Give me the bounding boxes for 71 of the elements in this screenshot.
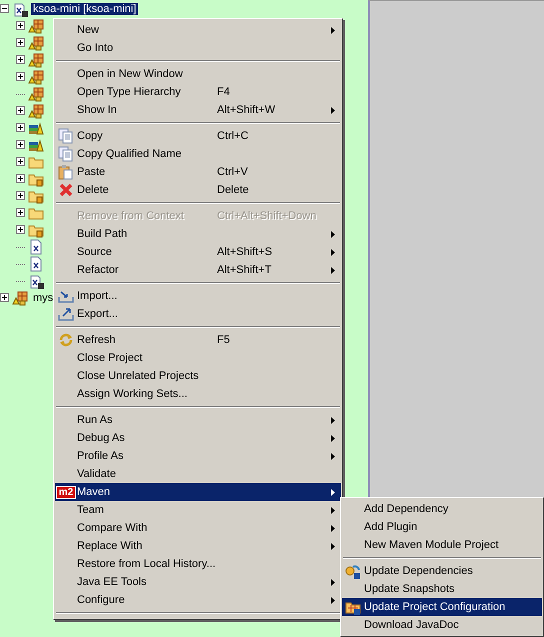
expand-toggle[interactable] xyxy=(16,21,25,30)
menu-item[interactable]: Import... xyxy=(55,287,341,305)
expand-toggle[interactable] xyxy=(16,123,25,132)
project-label[interactable]: ksoa-mini [ksoa-mini] xyxy=(31,2,138,14)
menu-item[interactable]: Close Unrelated Projects xyxy=(55,367,341,385)
package-icon xyxy=(28,102,44,118)
menu-item[interactable]: Add Dependency xyxy=(342,500,542,518)
pom-file-icon xyxy=(12,0,28,16)
menu-item[interactable]: Assign Working Sets... xyxy=(55,385,341,403)
expand-toggle[interactable] xyxy=(16,157,25,166)
expand-toggle[interactable] xyxy=(16,38,25,47)
menu-item[interactable]: New xyxy=(55,21,341,39)
menu-item[interactable]: Configure xyxy=(55,591,341,609)
menu-item[interactable]: Update Project Configuration xyxy=(342,598,542,616)
expand-toggle[interactable] xyxy=(16,72,25,81)
menu-item[interactable]: Restore from Local History... xyxy=(55,555,341,573)
menu-item[interactable]: Refactor Alt+Shift+T xyxy=(55,261,341,279)
menu-item[interactable]: Close Project xyxy=(55,349,341,367)
menu-item[interactable]: Replace With xyxy=(55,537,341,555)
menu-item[interactable]: Paste Ctrl+V xyxy=(55,163,341,181)
menu-item[interactable]: Show In Alt+Shift+W xyxy=(55,101,341,119)
package-icon xyxy=(28,52,44,68)
menu-item[interactable]: Team xyxy=(55,501,341,519)
expand-toggle[interactable] xyxy=(16,191,25,200)
pom-file-icon xyxy=(28,272,44,288)
menu-item[interactable]: Download JavaDoc xyxy=(342,616,542,634)
refresh-icon xyxy=(58,332,74,348)
export-icon xyxy=(58,306,74,322)
menu-item[interactable]: Java EE Tools xyxy=(55,573,341,591)
expand-toggle[interactable] xyxy=(0,293,9,302)
package-icon xyxy=(28,86,44,102)
menu-item[interactable]: Open in New Window xyxy=(55,65,341,83)
expand-toggle[interactable] xyxy=(16,106,25,115)
menu-item[interactable]: Delete Delete xyxy=(55,181,341,199)
project-label[interactable]: mys xyxy=(31,292,56,304)
menu-item[interactable]: Update Snapshots xyxy=(342,580,542,598)
package-icon xyxy=(28,18,44,34)
menu-item[interactable]: Source Alt+Shift+S xyxy=(55,243,341,261)
expand-toggle[interactable] xyxy=(16,208,25,217)
menu-item[interactable]: Compare With xyxy=(55,519,341,537)
menu-item[interactable]: Profile As xyxy=(55,447,341,465)
menu-item[interactable]: Build Path xyxy=(55,225,341,243)
expand-toggle[interactable] xyxy=(16,174,25,183)
update-icon xyxy=(345,563,361,579)
xml-file-icon xyxy=(28,238,44,254)
expand-toggle[interactable] xyxy=(16,140,25,149)
menu-item[interactable]: Update Dependencies xyxy=(342,562,542,580)
package-icon xyxy=(28,34,44,50)
menu-item[interactable]: m2 Maven xyxy=(55,483,341,501)
package-icon xyxy=(12,290,28,306)
collapse-toggle[interactable] xyxy=(0,4,9,13)
clipboard-icon xyxy=(58,164,74,180)
menu-item[interactable]: Refresh F5 xyxy=(55,331,341,349)
menu-item[interactable]: Debug As xyxy=(55,429,341,447)
menu-item[interactable]: Copy Qualified Name xyxy=(55,145,341,163)
xml-file-icon xyxy=(28,256,44,272)
copy-icon xyxy=(58,146,74,162)
expand-toggle[interactable] xyxy=(16,55,25,64)
menu-item[interactable]: Open Type Hierarchy F4 xyxy=(55,83,341,101)
menu-item[interactable]: Export... xyxy=(55,305,341,323)
maven-badge: m2 xyxy=(56,486,76,498)
expand-toggle[interactable] xyxy=(16,225,25,234)
menu-item[interactable]: Run As xyxy=(55,411,341,429)
menu-item[interactable]: Add Plugin xyxy=(342,518,542,536)
delete-icon xyxy=(58,182,74,198)
menu-item[interactable]: Go Into xyxy=(55,39,341,57)
menu-item[interactable]: Copy Ctrl+C xyxy=(55,127,341,145)
copy-icon xyxy=(58,128,74,144)
menu-item[interactable]: New Maven Module Project xyxy=(342,536,542,554)
package-icon xyxy=(28,68,44,84)
menu-item[interactable]: Validate xyxy=(55,465,341,483)
